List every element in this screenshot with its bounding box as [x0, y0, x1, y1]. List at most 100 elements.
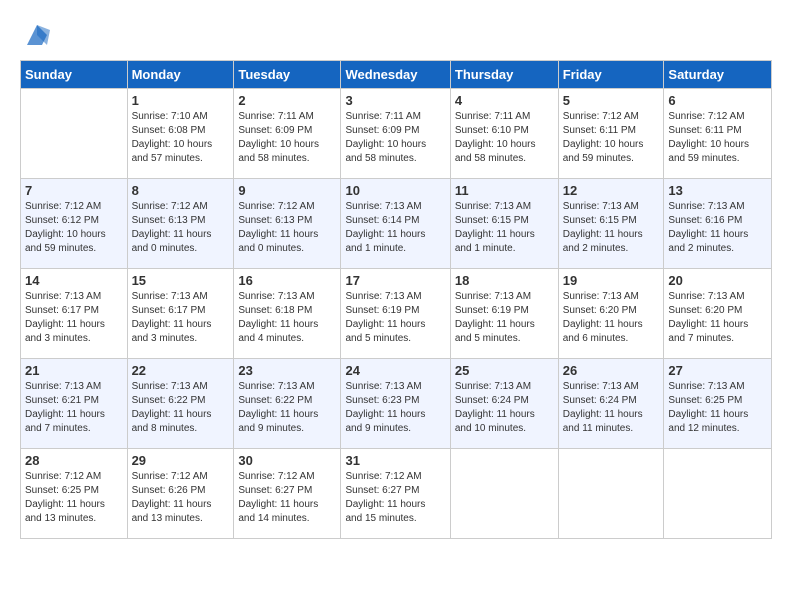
calendar-header-row: SundayMondayTuesdayWednesdayThursdayFrid… — [21, 61, 772, 89]
day-number: 6 — [668, 93, 767, 108]
calendar-cell: 4 Sunrise: 7:11 AM Sunset: 6:10 PM Daylig… — [450, 89, 558, 179]
day-number: 23 — [238, 363, 336, 378]
day-info: Sunrise: 7:12 AM Sunset: 6:11 PM Dayligh… — [563, 110, 660, 166]
day-number: 20 — [668, 273, 767, 288]
calendar-cell: 9 Sunrise: 7:12 AM Sunset: 6:13 PM Daylig… — [234, 179, 341, 269]
day-info: Sunrise: 7:11 AM Sunset: 6:09 PM Dayligh… — [345, 110, 445, 166]
calendar-cell: 31Sunrise: 7:12 AM Sunset: 6:27 PM Dayli… — [341, 449, 450, 539]
day-number: 11 — [455, 183, 554, 198]
day-info: Sunrise: 7:13 AM Sunset: 6:21 PM Dayligh… — [25, 380, 123, 436]
calendar-cell: 7 Sunrise: 7:12 AM Sunset: 6:12 PM Daylig… — [21, 179, 128, 269]
day-header-saturday: Saturday — [664, 61, 772, 89]
day-number: 9 — [238, 183, 336, 198]
day-info: Sunrise: 7:13 AM Sunset: 6:20 PM Dayligh… — [563, 290, 660, 346]
day-info: Sunrise: 7:13 AM Sunset: 6:25 PM Dayligh… — [668, 380, 767, 436]
calendar-cell: 20 Sunrise: 7:13 AM Sunset: 6:20 PM Dayli… — [664, 269, 772, 359]
calendar-cell: 12 Sunrise: 7:13 AM Sunset: 6:15 PM Dayli… — [558, 179, 664, 269]
day-number: 4 — [455, 93, 554, 108]
day-number: 28 — [25, 453, 123, 468]
day-info: Sunrise: 7:12 AM Sunset: 6:25 PM Dayligh… — [25, 470, 123, 526]
calendar-cell: 17 Sunrise: 7:13 AM Sunset: 6:19 PM Dayli… — [341, 269, 450, 359]
calendar-week-row: 14 Sunrise: 7:13 AM Sunset: 6:17 PM Dayli… — [21, 269, 772, 359]
day-info: Sunrise: 7:12 AM Sunset: 6:27 PM Dayligh… — [238, 470, 336, 526]
day-info: Sunrise: 7:13 AM Sunset: 6:19 PM Dayligh… — [345, 290, 445, 346]
day-number: 26 — [563, 363, 660, 378]
logo — [20, 20, 52, 50]
calendar-cell — [21, 89, 128, 179]
day-info: Sunrise: 7:13 AM Sunset: 6:22 PM Dayligh… — [238, 380, 336, 436]
calendar-cell: 6 Sunrise: 7:12 AM Sunset: 6:11 PM Daylig… — [664, 89, 772, 179]
calendar-cell: 27 Sunrise: 7:13 AM Sunset: 6:25 PM Dayli… — [664, 359, 772, 449]
day-number: 25 — [455, 363, 554, 378]
day-info: Sunrise: 7:12 AM Sunset: 6:13 PM Dayligh… — [238, 200, 336, 256]
calendar-cell: 24 Sunrise: 7:13 AM Sunset: 6:23 PM Dayli… — [341, 359, 450, 449]
calendar-cell: 29Sunrise: 7:12 AM Sunset: 6:26 PM Dayli… — [127, 449, 234, 539]
day-header-monday: Monday — [127, 61, 234, 89]
calendar-week-row: 21 Sunrise: 7:13 AM Sunset: 6:21 PM Dayli… — [21, 359, 772, 449]
day-info: Sunrise: 7:13 AM Sunset: 6:15 PM Dayligh… — [563, 200, 660, 256]
day-header-tuesday: Tuesday — [234, 61, 341, 89]
day-number: 14 — [25, 273, 123, 288]
day-header-wednesday: Wednesday — [341, 61, 450, 89]
calendar-cell: 25 Sunrise: 7:13 AM Sunset: 6:24 PM Dayli… — [450, 359, 558, 449]
day-info: Sunrise: 7:13 AM Sunset: 6:24 PM Dayligh… — [563, 380, 660, 436]
day-number: 16 — [238, 273, 336, 288]
calendar-cell: 8 Sunrise: 7:12 AM Sunset: 6:13 PM Daylig… — [127, 179, 234, 269]
day-info: Sunrise: 7:12 AM Sunset: 6:13 PM Dayligh… — [132, 200, 230, 256]
calendar-cell: 14 Sunrise: 7:13 AM Sunset: 6:17 PM Dayli… — [21, 269, 128, 359]
calendar-cell: 10 Sunrise: 7:13 AM Sunset: 6:14 PM Dayli… — [341, 179, 450, 269]
day-info: Sunrise: 7:13 AM Sunset: 6:22 PM Dayligh… — [132, 380, 230, 436]
day-info: Sunrise: 7:13 AM Sunset: 6:17 PM Dayligh… — [25, 290, 123, 346]
day-info: Sunrise: 7:13 AM Sunset: 6:15 PM Dayligh… — [455, 200, 554, 256]
calendar-week-row: 1 Sunrise: 7:10 AM Sunset: 6:08 PM Daylig… — [21, 89, 772, 179]
calendar-cell: 11 Sunrise: 7:13 AM Sunset: 6:15 PM Dayli… — [450, 179, 558, 269]
day-info: Sunrise: 7:12 AM Sunset: 6:11 PM Dayligh… — [668, 110, 767, 166]
day-number: 8 — [132, 183, 230, 198]
calendar-cell: 16 Sunrise: 7:13 AM Sunset: 6:18 PM Dayli… — [234, 269, 341, 359]
day-number: 10 — [345, 183, 445, 198]
calendar-cell: 15 Sunrise: 7:13 AM Sunset: 6:17 PM Dayli… — [127, 269, 234, 359]
day-number: 15 — [132, 273, 230, 288]
day-number: 27 — [668, 363, 767, 378]
day-number: 12 — [563, 183, 660, 198]
day-info: Sunrise: 7:10 AM Sunset: 6:08 PM Dayligh… — [132, 110, 230, 166]
day-info: Sunrise: 7:11 AM Sunset: 6:10 PM Dayligh… — [455, 110, 554, 166]
day-info: Sunrise: 7:13 AM Sunset: 6:18 PM Dayligh… — [238, 290, 336, 346]
day-number: 21 — [25, 363, 123, 378]
logo-icon — [22, 20, 52, 50]
day-info: Sunrise: 7:13 AM Sunset: 6:14 PM Dayligh… — [345, 200, 445, 256]
day-number: 18 — [455, 273, 554, 288]
day-header-thursday: Thursday — [450, 61, 558, 89]
day-number: 2 — [238, 93, 336, 108]
day-number: 1 — [132, 93, 230, 108]
day-info: Sunrise: 7:13 AM Sunset: 6:23 PM Dayligh… — [345, 380, 445, 436]
calendar-cell: 21 Sunrise: 7:13 AM Sunset: 6:21 PM Dayli… — [21, 359, 128, 449]
day-info: Sunrise: 7:11 AM Sunset: 6:09 PM Dayligh… — [238, 110, 336, 166]
day-header-sunday: Sunday — [21, 61, 128, 89]
calendar-cell: 5 Sunrise: 7:12 AM Sunset: 6:11 PM Daylig… — [558, 89, 664, 179]
day-header-friday: Friday — [558, 61, 664, 89]
day-number: 13 — [668, 183, 767, 198]
calendar-cell: 13Sunrise: 7:13 AM Sunset: 6:16 PM Dayli… — [664, 179, 772, 269]
calendar-table: SundayMondayTuesdayWednesdayThursdayFrid… — [20, 60, 772, 539]
day-info: Sunrise: 7:13 AM Sunset: 6:17 PM Dayligh… — [132, 290, 230, 346]
day-number: 29 — [132, 453, 230, 468]
calendar-cell — [558, 449, 664, 539]
page-header — [20, 20, 772, 50]
calendar-cell — [664, 449, 772, 539]
day-info: Sunrise: 7:13 AM Sunset: 6:20 PM Dayligh… — [668, 290, 767, 346]
day-number: 3 — [345, 93, 445, 108]
calendar-week-row: 28 Sunrise: 7:12 AM Sunset: 6:25 PM Dayli… — [21, 449, 772, 539]
day-number: 5 — [563, 93, 660, 108]
calendar-cell: 18 Sunrise: 7:13 AM Sunset: 6:19 PM Dayli… — [450, 269, 558, 359]
day-info: Sunrise: 7:12 AM Sunset: 6:27 PM Dayligh… — [345, 470, 445, 526]
day-info: Sunrise: 7:12 AM Sunset: 6:12 PM Dayligh… — [25, 200, 123, 256]
day-number: 7 — [25, 183, 123, 198]
calendar-cell: 3 Sunrise: 7:11 AM Sunset: 6:09 PM Daylig… — [341, 89, 450, 179]
day-number: 24 — [345, 363, 445, 378]
calendar-cell — [450, 449, 558, 539]
day-info: Sunrise: 7:13 AM Sunset: 6:19 PM Dayligh… — [455, 290, 554, 346]
day-info: Sunrise: 7:13 AM Sunset: 6:24 PM Dayligh… — [455, 380, 554, 436]
calendar-cell: 28 Sunrise: 7:12 AM Sunset: 6:25 PM Dayli… — [21, 449, 128, 539]
day-number: 17 — [345, 273, 445, 288]
